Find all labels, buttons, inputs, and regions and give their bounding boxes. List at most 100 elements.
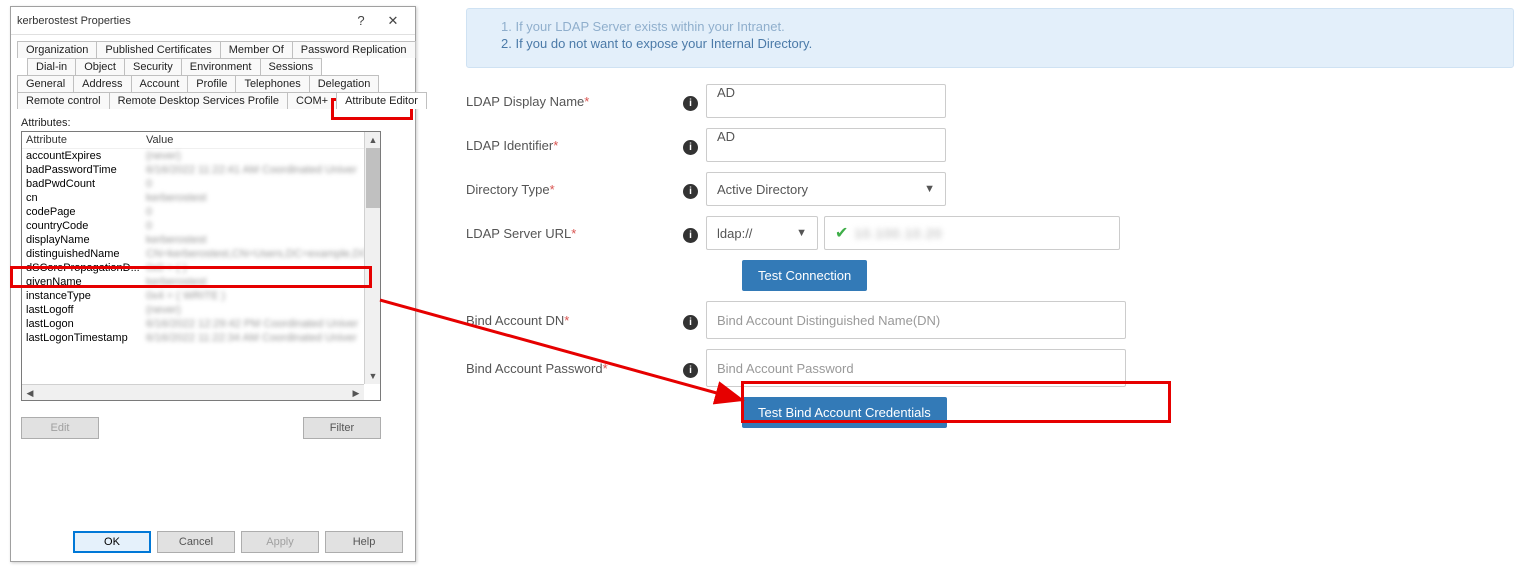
input-ldap-display-name[interactable]: AD [706, 84, 946, 118]
info-icon[interactable]: i [683, 363, 698, 378]
list-item[interactable]: dSCorePropagationD...0x0 = ( ) [22, 261, 380, 275]
tab-delegation[interactable]: Delegation [309, 75, 380, 92]
tab-published-certificates[interactable]: Published Certificates [96, 41, 220, 58]
info-box: 1. If your LDAP Server exists within you… [466, 8, 1514, 68]
attributes-listbox[interactable]: Attribute Value accountExpires(never)bad… [21, 131, 381, 401]
scroll-left-icon[interactable]: ◀ [22, 385, 38, 401]
help-dialog-button[interactable]: Help [325, 531, 403, 553]
tabs: Organization Published Certificates Memb… [11, 35, 415, 109]
attr-value: kerberostest [146, 276, 376, 288]
attr-value: (never) [146, 150, 376, 162]
scrollbar-vertical[interactable]: ▲ ▼ [364, 132, 380, 384]
info-line-1: 1. If your LDAP Server exists within you… [501, 19, 1497, 34]
properties-dialog: kerberostest Properties ? ✕ Organization… [10, 6, 416, 562]
titlebar: kerberostest Properties ? ✕ [11, 7, 415, 35]
help-button[interactable]: ? [345, 13, 377, 28]
tab-com-plus[interactable]: COM+ [287, 92, 337, 109]
label-ldap-identifier: LDAP Identifier* i [466, 138, 706, 153]
input-ldap-identifier[interactable]: AD [706, 128, 946, 162]
ldap-config-form: 1. If your LDAP Server exists within you… [450, 0, 1530, 569]
tab-object[interactable]: Object [75, 58, 125, 75]
list-item[interactable]: lastLogonTimestamp6/16/2022 11:22:34 AM … [22, 331, 380, 345]
scroll-up-icon[interactable]: ▲ [365, 132, 381, 148]
label-bind-account-password: Bind Account Password* i [466, 361, 706, 376]
list-item[interactable]: badPasswordTime6/16/2022 11:22:41 AM Coo… [22, 163, 380, 177]
header-value[interactable]: Value [146, 134, 376, 146]
tab-password-replication[interactable]: Password Replication [292, 41, 416, 58]
select-protocol[interactable]: ldap:// ▼ [706, 216, 818, 250]
list-item[interactable]: displayNamekerberostest [22, 233, 380, 247]
tab-environment[interactable]: Environment [181, 58, 261, 75]
scrollbar-horizontal[interactable]: ◀ ▶ [22, 384, 364, 400]
attr-value: (never) [146, 304, 376, 316]
tab-dial-in[interactable]: Dial-in [27, 58, 76, 75]
tab-security[interactable]: Security [124, 58, 182, 75]
attr-name: instanceType [26, 290, 146, 302]
info-icon[interactable]: i [683, 315, 698, 330]
check-icon: ✔ [835, 223, 848, 243]
info-icon[interactable]: i [683, 96, 698, 111]
input-bind-account-dn[interactable]: Bind Account Distinguished Name(DN) [706, 301, 1126, 339]
attr-value: 0x4 = ( WRITE ) [146, 290, 376, 302]
attr-value: 0 [146, 206, 376, 218]
scroll-down-icon[interactable]: ▼ [365, 368, 381, 384]
attr-value: 0x0 = ( ) [146, 262, 376, 274]
attributes-label: Attributes: [21, 117, 405, 129]
attr-value: 0 [146, 220, 376, 232]
attr-name: dSCorePropagationD... [26, 262, 146, 274]
attr-value: 6/16/2022 11:22:41 AM Coordinated Univer [146, 164, 376, 176]
cancel-button[interactable]: Cancel [157, 531, 235, 553]
tab-account[interactable]: Account [131, 75, 189, 92]
list-item[interactable]: lastLogoff(never) [22, 303, 380, 317]
apply-button[interactable]: Apply [241, 531, 319, 553]
input-server-host[interactable]: ✔ 10.100.10.20 [824, 216, 1120, 250]
info-icon[interactable]: i [683, 140, 698, 155]
attr-name: codePage [26, 206, 146, 218]
info-icon[interactable]: i [683, 228, 698, 243]
attr-name: countryCode [26, 220, 146, 232]
tab-telephones[interactable]: Telephones [235, 75, 309, 92]
tab-remote-desktop-services-profile[interactable]: Remote Desktop Services Profile [109, 92, 288, 109]
tab-sessions[interactable]: Sessions [260, 58, 323, 75]
list-item[interactable]: instanceType0x4 = ( WRITE ) [22, 289, 380, 303]
attr-name: displayName [26, 234, 146, 246]
tab-address[interactable]: Address [73, 75, 131, 92]
ok-button[interactable]: OK [73, 531, 151, 553]
tab-profile[interactable]: Profile [187, 75, 236, 92]
tab-member-of[interactable]: Member Of [220, 41, 293, 58]
window-title: kerberostest Properties [17, 15, 345, 27]
input-bind-account-password[interactable]: Bind Account Password [706, 349, 1126, 387]
attr-name: badPasswordTime [26, 164, 146, 176]
scroll-right-icon[interactable]: ▶ [348, 385, 364, 401]
list-item[interactable]: badPwdCount0 [22, 177, 380, 191]
tab-attribute-editor[interactable]: Attribute Editor [336, 92, 427, 109]
select-directory-type[interactable]: Active Directory ▼ [706, 172, 946, 206]
label-directory-type: Directory Type* i [466, 182, 706, 197]
edit-button[interactable]: Edit [21, 417, 99, 439]
tab-general[interactable]: General [17, 75, 74, 92]
chevron-down-icon: ▼ [796, 227, 807, 239]
tab-remote-control[interactable]: Remote control [17, 92, 110, 109]
test-connection-button[interactable]: Test Connection [742, 260, 867, 291]
attr-name: accountExpires [26, 150, 146, 162]
list-item[interactable]: cnkerberostest [22, 191, 380, 205]
list-item[interactable]: accountExpires(never) [22, 149, 380, 163]
list-item[interactable]: givenNamekerberostest [22, 275, 380, 289]
attr-name: lastLogon [26, 318, 146, 330]
filter-button[interactable]: Filter [303, 417, 381, 439]
list-item[interactable]: distinguishedNameCN=kerberostest,CN=User… [22, 247, 380, 261]
attr-value: kerberostest [146, 192, 376, 204]
close-button[interactable]: ✕ [377, 13, 409, 29]
list-item[interactable]: lastLogon6/16/2022 12:29:42 PM Coordinat… [22, 317, 380, 331]
list-item[interactable]: codePage0 [22, 205, 380, 219]
attr-name: givenName [26, 276, 146, 288]
tab-organization[interactable]: Organization [17, 41, 97, 58]
attr-name: lastLogonTimestamp [26, 332, 146, 344]
info-icon[interactable]: i [683, 184, 698, 199]
attr-value: 6/16/2022 11:22:34 AM Coordinated Univer [146, 332, 376, 344]
scroll-thumb[interactable] [366, 148, 380, 208]
test-bind-credentials-button[interactable]: Test Bind Account Credentials [742, 397, 947, 428]
list-item[interactable]: countryCode0 [22, 219, 380, 233]
header-attribute[interactable]: Attribute [26, 134, 146, 146]
attr-value: 0 [146, 178, 376, 190]
